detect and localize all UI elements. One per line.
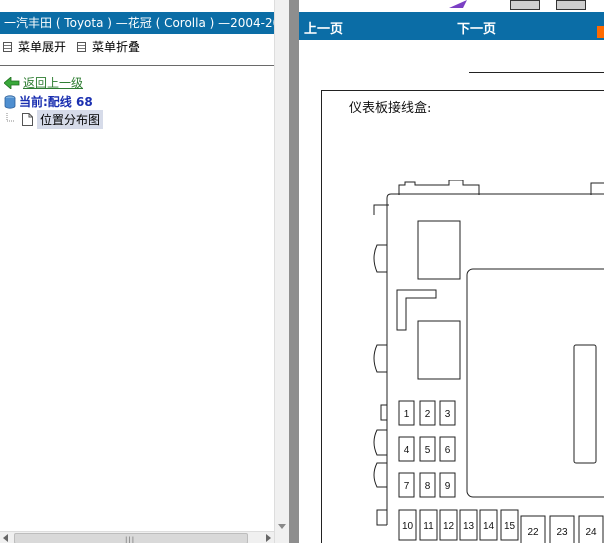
menu-expand-icon [3, 41, 12, 52]
fuse-label-6: 6 [445, 445, 451, 456]
tree-item-location-map[interactable]: 位置分布图 [6, 110, 104, 129]
menu-collapse-label: 菜单折叠 [92, 40, 141, 54]
fuse-label-10: 10 [402, 521, 414, 532]
fuse-label-12: 12 [443, 521, 455, 532]
left-pane: 一汽丰田 ( Toyota ) —花冠 ( Corolla ) —2004-20… [0, 0, 274, 543]
scroll-down-arrow-icon[interactable] [278, 524, 286, 529]
page-nav-bar: 上一页 下一页 [299, 12, 604, 40]
left-horizontal-scrollbar[interactable]: ||| [0, 531, 274, 543]
fuse-label-5: 5 [425, 445, 431, 456]
menu-expand-link[interactable]: 菜单展开 [3, 38, 66, 55]
scroll-left-arrow-icon[interactable] [3, 534, 8, 542]
junction-box-diagram: 1 2 34 5 67 8 910 11 12 13 14 1522 23 24 [373, 180, 604, 543]
fuse-label-15: 15 [504, 521, 516, 532]
back-arrow-icon [4, 76, 20, 89]
toolbar-button-2[interactable] [556, 0, 586, 10]
back-link-label: 返回上一级 [23, 76, 84, 90]
menu-collapse-link[interactable]: 菜单折叠 [77, 38, 140, 55]
menu-collapse-icon [77, 41, 86, 52]
tree-connector [6, 112, 14, 121]
fuse-label-7: 7 [404, 481, 410, 492]
scroll-right-arrow-icon[interactable] [266, 534, 271, 542]
next-page-button[interactable]: 下一页 [457, 18, 496, 37]
fuse-label-23: 23 [556, 527, 568, 538]
document-rule [469, 72, 604, 73]
right-pane: 上一页 下一页 仪表板接线盒: 1 2 3 4 5 6 7 8 9 10 11 … [299, 0, 604, 543]
toolbar-button-1[interactable] [510, 0, 540, 10]
fuse-label-22: 22 [527, 527, 539, 538]
menu-expand-label: 菜单展开 [18, 40, 67, 54]
current-node: 当前:配线 68 [4, 93, 93, 110]
current-node-label: 当前:配线 68 [19, 95, 93, 109]
left-pane-title: 一汽丰田 ( Toyota ) —花冠 ( Corolla ) —2004-20… [0, 12, 274, 34]
fuse-label-13: 13 [463, 521, 475, 532]
database-icon [4, 94, 16, 109]
fuse-label-24: 24 [585, 527, 597, 538]
back-link[interactable]: 返回上一级 [4, 74, 83, 91]
horizontal-scroll-thumb[interactable]: ||| [14, 533, 248, 543]
document-caption: 仪表板接线盒: [349, 101, 432, 116]
prev-page-button[interactable]: 上一页 [304, 18, 343, 37]
top-toolbar [299, 0, 604, 10]
fuse-label-2: 2 [425, 409, 431, 420]
left-vertical-scrollbar[interactable] [274, 0, 289, 543]
fuse-label-8: 8 [425, 481, 431, 492]
fuse-label-14: 14 [483, 521, 495, 532]
pane-splitter[interactable] [289, 0, 299, 543]
fuse-label-9: 9 [445, 481, 451, 492]
nav-edge-marker [597, 26, 604, 38]
fuse-label-1: 1 [404, 409, 410, 420]
tree-item-label: 位置分布图 [37, 110, 104, 129]
fuse-label-3: 3 [445, 409, 451, 420]
fuse-label-4: 4 [404, 445, 410, 456]
fuse-label-11: 11 [423, 521, 434, 532]
pen-icon [449, 0, 467, 8]
document-icon [22, 113, 33, 126]
divider [0, 65, 274, 66]
